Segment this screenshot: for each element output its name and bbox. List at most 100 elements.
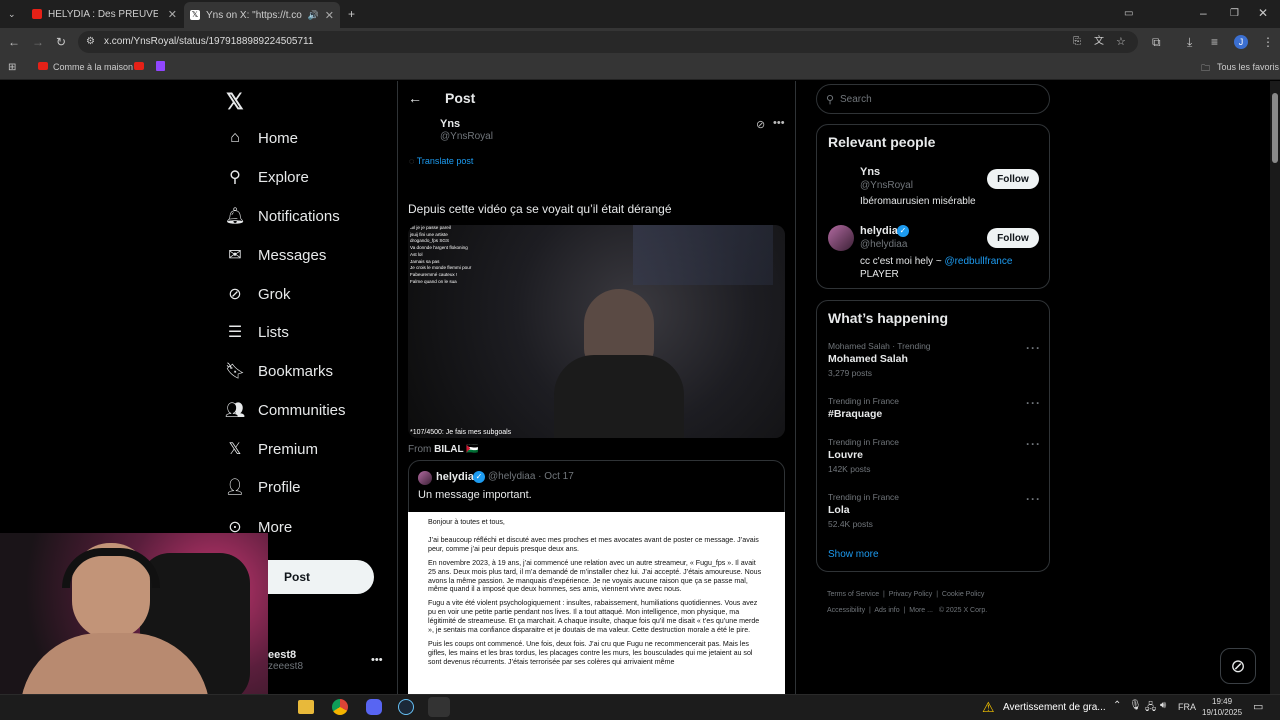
chat-line: Ast lol — [410, 251, 423, 257]
post-author-avatar[interactable] — [408, 119, 432, 143]
app-active-icon[interactable] — [428, 697, 450, 717]
letter-paragraph: Fugu a vite été violent psychologiquemen… — [428, 599, 760, 635]
chat-line: Bil je je passe pareil — [410, 225, 451, 230]
steam-icon[interactable] — [398, 699, 414, 715]
nav-grok[interactable]: ⊘ Grok — [226, 285, 290, 304]
trend-item[interactable]: Mohamed Salah · Trending Mohamed Salah 3… — [828, 341, 1041, 381]
nav-notifications[interactable]: 🔔︎ Notifications — [225, 207, 340, 226]
restore-icon[interactable]: ❐ — [1230, 8, 1239, 20]
grok-floating-button[interactable]: ⊘ — [1220, 648, 1256, 684]
mic-icon[interactable]: 🎙︎ — [1129, 700, 1142, 711]
page-scrollbar[interactable] — [1270, 81, 1280, 694]
footer-link[interactable]: Accessibility — [827, 607, 865, 614]
tab-search-icon[interactable]: ⌄ — [8, 8, 16, 20]
footer-link[interactable]: Ads info — [874, 607, 899, 614]
x-logo-icon[interactable]: 𝕏 — [226, 89, 244, 115]
person-name[interactable]: Yns — [860, 166, 880, 178]
nav-explore[interactable]: ⚲ Explore — [226, 168, 309, 187]
trend-more-icon[interactable]: ··· — [1026, 437, 1041, 451]
person-name[interactable]: helydia — [860, 225, 898, 237]
audio-icon[interactable]: 🔊 — [308, 10, 319, 21]
post-more-icon[interactable]: ••• — [773, 117, 785, 129]
install-app-icon[interactable]: ⎘ — [1073, 36, 1081, 48]
video-caption: *107/4500: Je fais mes subgoals — [410, 429, 512, 436]
post-button[interactable]: Post — [268, 560, 374, 594]
footer-link[interactable]: More ... — [909, 607, 933, 614]
trend-item[interactable]: Trending in France Louvre 142K posts ··· — [828, 437, 1041, 477]
site-info-icon[interactable]: ⚙ — [86, 36, 95, 48]
tray-chevron-icon[interactable]: ⌃ — [1113, 700, 1121, 711]
follow-button[interactable]: Follow — [987, 169, 1039, 189]
new-tab-icon[interactable]: + — [348, 8, 355, 20]
person-handle[interactable]: @YnsRoyal — [860, 180, 913, 191]
trend-more-icon[interactable]: ··· — [1026, 396, 1041, 410]
back-icon[interactable]: ← — [8, 36, 20, 48]
person-avatar[interactable] — [828, 225, 854, 251]
nav-messages[interactable]: ✉ Messages — [226, 246, 326, 265]
close-window-icon[interactable]: ✕ — [1258, 7, 1268, 19]
nav-home[interactable]: ⌂ Home — [226, 129, 298, 147]
trend-item[interactable]: Trending in France Lola 52.4K posts ··· — [828, 492, 1041, 532]
bookmark-comme-a-la-maison[interactable]: Comme à la maison — [53, 62, 133, 72]
nav-premium[interactable]: 𝕏 Premium — [226, 440, 318, 459]
person-handle[interactable]: @helydiaa — [860, 239, 907, 250]
notification-center-icon[interactable]: ▭ — [1253, 700, 1263, 713]
youtube-icon — [38, 62, 48, 70]
apps-grid-icon[interactable]: ⊞ — [8, 62, 16, 74]
reload-icon[interactable]: ↻ — [56, 36, 66, 48]
footer-link[interactable]: Terms of Service — [827, 591, 879, 598]
quoted-letter-image[interactable]: Bonjour à toutes et tous, J’ai beaucoup … — [408, 512, 785, 694]
nav-bookmarks[interactable]: 🔖︎ Bookmarks — [225, 362, 333, 381]
grok-explain-icon[interactable]: ⊘ — [756, 118, 765, 131]
bookmark-all-favorites[interactable]: Tous les favoris — [1217, 62, 1279, 72]
clock-time[interactable]: 19:49 — [1212, 697, 1232, 706]
trend-item[interactable]: Trending in France #Braquage ··· — [828, 396, 1041, 426]
file-explorer-icon[interactable] — [298, 700, 314, 714]
browser-tab-helydia[interactable]: HELYDIA : Des PREUVES enfin ✕ — [32, 4, 177, 24]
extensions-icon[interactable]: ⧉ — [1152, 36, 1161, 48]
discord-icon[interactable] — [366, 699, 382, 715]
volume-icon[interactable]: 🔊︎ — [1160, 700, 1166, 711]
network-icon[interactable]: 🖧 — [1145, 700, 1156, 717]
nav-communities[interactable]: 👥︎ Communities — [225, 401, 346, 420]
account-switcher[interactable]: eest8 zeeest8 ••• — [268, 649, 384, 679]
notification-text[interactable]: Avertissement de gra... — [1003, 702, 1106, 713]
trend-more-icon[interactable]: ··· — [1026, 492, 1041, 506]
youtube-bookmark-icon[interactable] — [134, 62, 144, 70]
minimize-icon[interactable]: – — [1200, 7, 1207, 19]
download-icon[interactable]: ⤓ — [1187, 36, 1192, 48]
footer-link[interactable]: Privacy Policy — [889, 591, 933, 598]
address-bar[interactable]: ⚙ x.com/YnsRoyal/status/1979188989224505… — [78, 31, 1138, 53]
cast-icon[interactable]: ▭ — [1124, 8, 1133, 20]
back-arrow-icon[interactable]: ← — [408, 90, 422, 106]
reading-list-icon[interactable]: ≡ — [1211, 36, 1218, 48]
search-box[interactable]: ⚲ Search — [816, 84, 1050, 114]
bio-mention-link[interactable]: @redbullfrance — [944, 256, 1012, 267]
nav-profile[interactable]: 👤︎ Profile — [225, 478, 301, 497]
close-tab-icon[interactable]: ✕ — [168, 8, 177, 21]
bookmark-star-icon[interactable]: ☆ — [1116, 36, 1126, 48]
twitch-bookmark-icon[interactable] — [156, 61, 165, 71]
footer-link[interactable]: Cookie Policy — [942, 591, 984, 598]
nav-lists[interactable]: ☰ Lists — [226, 323, 289, 342]
trend-more-icon[interactable]: ··· — [1026, 341, 1041, 355]
post-author-name[interactable]: Yns — [440, 118, 460, 130]
forward-icon[interactable]: → — [32, 36, 44, 48]
person-avatar[interactable] — [828, 165, 854, 191]
language-indicator[interactable]: FRA — [1178, 702, 1196, 712]
follow-button[interactable]: Follow — [987, 228, 1039, 248]
translate-icon[interactable]: 文 — [1094, 36, 1104, 48]
chrome-icon[interactable] — [332, 699, 348, 715]
chrome-menu-icon[interactable]: ⋮ — [1262, 36, 1274, 48]
translate-post-link[interactable]: ◌ Translate post — [409, 156, 473, 166]
show-more-link[interactable]: Show more — [828, 549, 879, 560]
scrollbar-thumb[interactable] — [1272, 93, 1278, 163]
profile-avatar[interactable]: J — [1234, 35, 1248, 49]
post-author-handle[interactable]: @YnsRoyal — [440, 131, 493, 142]
close-tab-icon[interactable]: ✕ — [325, 9, 334, 22]
browser-tab-yns[interactable]: 𝕏 Yns on X: "https://t.co/5tIb 🔊 ✕ — [184, 2, 340, 28]
account-more-icon[interactable]: ••• — [371, 654, 383, 666]
video-source[interactable]: From BILAL 🇵🇸 — [408, 444, 479, 455]
clock-date[interactable]: 19/10/2025 — [1202, 708, 1242, 717]
post-video[interactable]: Bil je je passe pareil jsuij fini une ar… — [408, 225, 785, 438]
